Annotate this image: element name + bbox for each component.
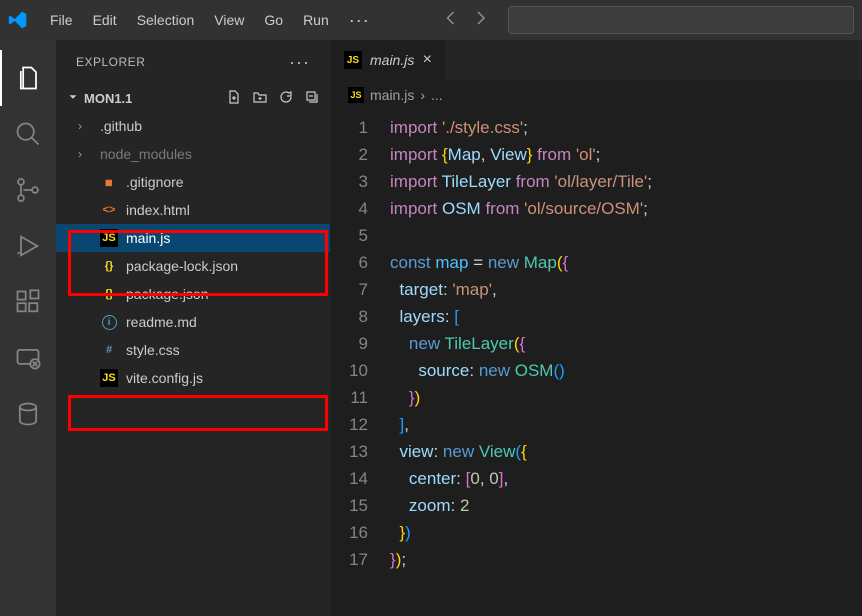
- editor-area: JS main.js × JS main.js › ... 1234567891…: [330, 40, 862, 616]
- tree-item-label: .gitignore: [126, 174, 184, 190]
- json-icon: {}: [100, 257, 118, 275]
- tree-item-label: package-lock.json: [126, 258, 238, 274]
- tree-item-label: readme.md: [126, 314, 197, 330]
- activity-remote-icon[interactable]: [0, 330, 56, 386]
- menu-selection[interactable]: Selection: [127, 0, 205, 40]
- chevron-right-icon: ›: [78, 147, 92, 161]
- code-lines: import './style.css'; import {Map, View}…: [390, 114, 862, 573]
- info-icon: i: [100, 313, 118, 331]
- gitignore-icon: ◆: [100, 173, 118, 191]
- tree-item-label: index.html: [126, 202, 190, 218]
- menu-view[interactable]: View: [204, 0, 254, 40]
- tab-label: main.js: [370, 52, 414, 68]
- nav-controls: [440, 9, 490, 32]
- activity-run-debug-icon[interactable]: [0, 218, 56, 274]
- css-icon: #: [100, 341, 118, 359]
- breadcrumb-more: ...: [431, 87, 443, 103]
- explorer-more-icon[interactable]: ···: [289, 52, 310, 73]
- tree-item-label: vite.config.js: [126, 370, 203, 386]
- activity-explorer-icon[interactable]: [0, 50, 56, 106]
- tab-main-js[interactable]: JS main.js ×: [330, 40, 446, 80]
- menu-run[interactable]: Run: [293, 0, 339, 40]
- menu-more-icon[interactable]: ···: [339, 0, 380, 40]
- chevron-right-icon: ›: [78, 119, 92, 133]
- js-icon: JS: [100, 229, 118, 247]
- js-icon: JS: [344, 51, 362, 69]
- tree-file-style-css[interactable]: # style.css: [56, 336, 330, 364]
- line-gutter: 1234567891011121314151617: [330, 114, 390, 573]
- activity-extensions-icon[interactable]: [0, 274, 56, 330]
- breadcrumb[interactable]: JS main.js › ...: [330, 80, 862, 110]
- menu-file[interactable]: File: [40, 0, 83, 40]
- js-icon: JS: [348, 87, 364, 103]
- js-icon: JS: [100, 369, 118, 387]
- section-actions: [226, 89, 320, 108]
- command-center-search[interactable]: [508, 6, 854, 34]
- breadcrumb-file: main.js: [370, 87, 414, 103]
- tree-file-vite-config[interactable]: JS vite.config.js: [56, 364, 330, 392]
- file-tree: › .github › node_modules ◆ .gitignore <> ind…: [56, 112, 330, 392]
- new-folder-icon[interactable]: [252, 89, 268, 108]
- collapse-all-icon[interactable]: [304, 89, 320, 108]
- breadcrumb-sep: ›: [420, 87, 425, 103]
- new-file-icon[interactable]: [226, 89, 242, 108]
- html-icon: <>: [100, 201, 118, 219]
- vscode-logo-icon: [8, 10, 28, 30]
- activity-bar: [0, 40, 56, 616]
- refresh-icon[interactable]: [278, 89, 294, 108]
- tree-item-label: style.css: [126, 342, 180, 358]
- folder-section-header[interactable]: MON1.1: [56, 84, 330, 112]
- editor-tabs: JS main.js ×: [330, 40, 862, 80]
- explorer-title: EXPLORER: [76, 55, 145, 69]
- tree-folder-github[interactable]: › .github: [56, 112, 330, 140]
- tree-item-label: .github: [100, 118, 142, 134]
- tree-file-index-html[interactable]: <> index.html: [56, 196, 330, 224]
- close-icon[interactable]: ×: [422, 51, 431, 69]
- nav-back-icon[interactable]: [440, 9, 458, 32]
- tree-item-label: package.json: [126, 286, 209, 302]
- tree-file-package-json[interactable]: {} package.json: [56, 280, 330, 308]
- menu-go[interactable]: Go: [254, 0, 293, 40]
- explorer-sidebar: EXPLORER ··· MON1.1 › .github › node_modul…: [56, 40, 330, 616]
- tree-file-readme[interactable]: i readme.md: [56, 308, 330, 336]
- explorer-header: EXPLORER ···: [56, 40, 330, 84]
- tree-file-package-lock[interactable]: {} package-lock.json: [56, 252, 330, 280]
- activity-source-control-icon[interactable]: [0, 162, 56, 218]
- activity-database-icon[interactable]: [0, 386, 56, 442]
- code-editor[interactable]: 1234567891011121314151617 import './styl…: [330, 110, 862, 573]
- tree-item-label: node_modules: [100, 146, 192, 162]
- title-bar: File Edit Selection View Go Run ···: [0, 0, 862, 40]
- folder-name: MON1.1: [84, 91, 132, 106]
- tree-file-gitignore[interactable]: ◆ .gitignore: [56, 168, 330, 196]
- chevron-down-icon: [66, 90, 80, 107]
- tree-folder-nodemodules[interactable]: › node_modules: [56, 140, 330, 168]
- activity-search-icon[interactable]: [0, 106, 56, 162]
- nav-forward-icon[interactable]: [472, 9, 490, 32]
- tree-item-label: main.js: [126, 230, 170, 246]
- tree-file-main-js[interactable]: JS main.js: [56, 224, 330, 252]
- menu-edit[interactable]: Edit: [83, 0, 127, 40]
- json-icon: {}: [100, 285, 118, 303]
